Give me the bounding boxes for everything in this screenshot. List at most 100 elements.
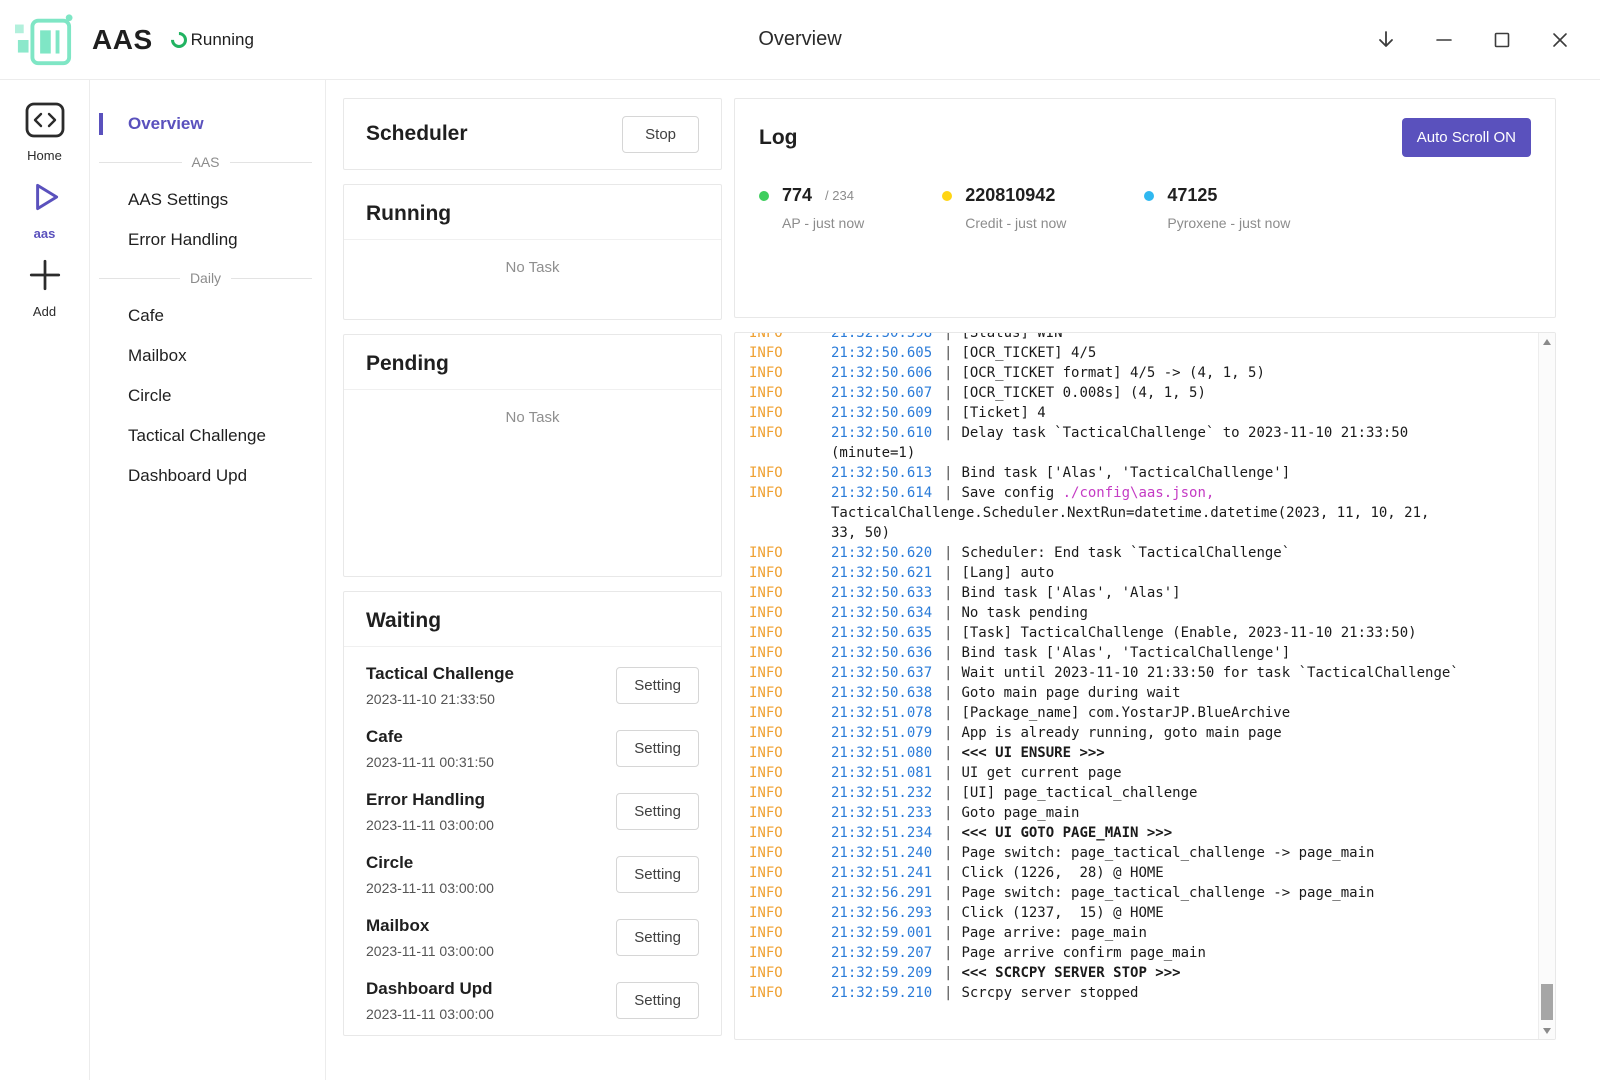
menu-item-cafe[interactable]: Cafe: [90, 296, 325, 336]
log-title: Log: [759, 126, 797, 150]
rail-label-aas: aas: [34, 226, 56, 241]
log-time: 21:32:51.078: [831, 703, 944, 723]
log-level: INFO: [749, 363, 831, 383]
log-line: INFO21:32:50.610|Delay task `TacticalCha…: [749, 423, 1555, 443]
menu-item-mailbox[interactable]: Mailbox: [90, 336, 325, 376]
menu-item-circle[interactable]: Circle: [90, 376, 325, 416]
auto-scroll-button[interactable]: Auto Scroll ON: [1402, 118, 1531, 157]
log-time: 21:32:56.291: [831, 883, 944, 903]
log-time: 21:32:59.210: [831, 983, 944, 1003]
task-setting-button[interactable]: Setting: [616, 793, 699, 830]
log-separator: |: [944, 945, 952, 961]
log-message: <<< SCRCPY SERVER STOP >>>: [961, 965, 1180, 981]
log-level: INFO: [749, 763, 831, 783]
menu-item-tactical-challenge[interactable]: Tactical Challenge: [90, 416, 325, 456]
log-message: Bind task ['Alas', 'TacticalChallenge']: [961, 465, 1290, 481]
log-level: INFO: [749, 723, 831, 743]
scroll-down-arrow-icon[interactable]: [1539, 1022, 1555, 1039]
log-time: 21:32:50.598: [831, 332, 944, 343]
log-message: 33, 50): [831, 525, 890, 541]
log-separator: |: [944, 825, 952, 841]
scrollbar-thumb[interactable]: [1541, 984, 1553, 1020]
log-column: Log Auto Scroll ON 774/ 234 AP - just now…: [734, 98, 1556, 1080]
log-separator: |: [944, 585, 952, 601]
task-setting-button[interactable]: Setting: [616, 982, 699, 1019]
log-time: 21:32:50.610: [831, 423, 944, 443]
log-level: INFO: [749, 703, 831, 723]
log-line: INFO21:32:50.614|Save config ./config\aa…: [749, 483, 1555, 503]
log-time: 21:32:56.293: [831, 903, 944, 923]
log-level: INFO: [749, 683, 831, 703]
icon-rail: Home aas Add: [0, 80, 90, 1080]
update-download-icon[interactable]: [1374, 28, 1398, 52]
scheduler-stop-button[interactable]: Stop: [622, 116, 699, 153]
log-separator: |: [944, 545, 952, 561]
log-time: 21:32:50.621: [831, 563, 944, 583]
log-line: INFO21:32:51.233|Goto page_main: [749, 803, 1555, 823]
close-button[interactable]: [1548, 28, 1572, 52]
menu-item-dashboard-upd[interactable]: Dashboard Upd: [90, 456, 325, 496]
scroll-up-arrow-icon[interactable]: [1539, 333, 1555, 350]
log-message: Page arrive confirm page_main: [961, 945, 1205, 961]
task-setting-button[interactable]: Setting: [616, 730, 699, 767]
waiting-task-row: Cafe2023-11-11 00:31:50 Setting: [366, 717, 699, 780]
log-scrollbar[interactable]: [1538, 333, 1555, 1039]
task-setting-button[interactable]: Setting: [616, 667, 699, 704]
stat-dot: [942, 191, 952, 201]
log-time: 21:32:50.607: [831, 383, 944, 403]
menu-item-overview[interactable]: Overview: [90, 104, 325, 144]
log-message: No task pending: [961, 605, 1087, 621]
log-message: [OCR_TICKET format] 4/5 -> (4, 1, 5): [961, 365, 1264, 381]
log-level: INFO: [749, 463, 831, 483]
log-level: INFO: [749, 983, 831, 1003]
log-separator: |: [944, 745, 952, 761]
log-time: 21:32:59.207: [831, 943, 944, 963]
menu-section-label: Daily: [190, 270, 221, 286]
log-separator: |: [944, 365, 952, 381]
waiting-task-row: Mailbox2023-11-11 03:00:00Setting: [366, 906, 699, 969]
waiting-task-time: 2023-11-11 00:31:50: [366, 754, 494, 770]
log-line: INFO21:32:51.079|App is already running,…: [749, 723, 1555, 743]
stat-value-row: 774/ 234: [759, 185, 864, 206]
log-message: [Lang] auto: [961, 565, 1054, 581]
waiting-task-info: Cafe2023-11-11 00:31:50: [366, 727, 494, 770]
maximize-button[interactable]: [1490, 28, 1514, 52]
menu-item-error-handling[interactable]: Error Handling: [90, 220, 325, 260]
rail-item-add[interactable]: Add: [26, 256, 64, 319]
task-setting-button[interactable]: Setting: [616, 919, 699, 956]
stat-caption: AP - just now: [782, 215, 864, 231]
log-separator: |: [944, 665, 952, 681]
log-time: 21:32:50.605: [831, 343, 944, 363]
home-code-icon: [25, 102, 65, 143]
log-time: 21:32:50.637: [831, 663, 944, 683]
log-line: INFO21:32:59.209|<<< SCRCPY SERVER STOP …: [749, 963, 1555, 983]
log-line: INFO21:32:51.240|Page switch: page_tacti…: [749, 843, 1555, 863]
scheduler-column: Scheduler Stop Running No Task Pending N…: [343, 98, 722, 1080]
log-line: INFO21:32:51.234|<<< UI GOTO PAGE_MAIN >…: [749, 823, 1555, 843]
log-line: INFO21:32:56.291|Page switch: page_tacti…: [749, 883, 1555, 903]
menu-section-label: AAS: [192, 154, 220, 170]
log-message: <<< UI GOTO PAGE_MAIN >>>: [961, 825, 1172, 841]
rail-item-home[interactable]: Home: [25, 102, 65, 163]
log-line: INFO21:32:51.078|[Package_name] com.Yost…: [749, 703, 1555, 723]
log-separator: |: [944, 405, 952, 421]
menu-item-aas-settings[interactable]: AAS Settings: [90, 180, 325, 220]
log-message: [Task] TacticalChallenge (Enable, 2023-1…: [961, 625, 1416, 641]
log-level: INFO: [749, 563, 831, 583]
log-level: INFO: [749, 963, 831, 983]
log-line: INFO21:32:51.232|[UI] page_tactical_chal…: [749, 783, 1555, 803]
minimize-button[interactable]: [1432, 28, 1456, 52]
log-separator: |: [944, 645, 952, 661]
log-message: Page arrive: page_main: [961, 925, 1146, 941]
log-level: INFO: [749, 543, 831, 563]
rail-item-aas[interactable]: aas: [26, 178, 64, 241]
dashboard-stat: 774/ 234 AP - just now: [759, 185, 864, 231]
log-output-panel[interactable]: INFO21:32:50.598|[Status] WININFO21:32:5…: [734, 332, 1556, 1040]
log-message: [Ticket] 4: [961, 405, 1045, 421]
dashboard-stat: 47125Pyroxene - just now: [1144, 185, 1290, 231]
log-time: 21:32:51.079: [831, 723, 944, 743]
waiting-task-row: Circle2023-11-11 03:00:00Setting: [366, 843, 699, 906]
task-setting-button[interactable]: Setting: [616, 856, 699, 893]
waiting-card: Waiting Tactical Challenge2023-11-10 21:…: [343, 591, 722, 1036]
waiting-task-name: Circle: [366, 853, 494, 873]
